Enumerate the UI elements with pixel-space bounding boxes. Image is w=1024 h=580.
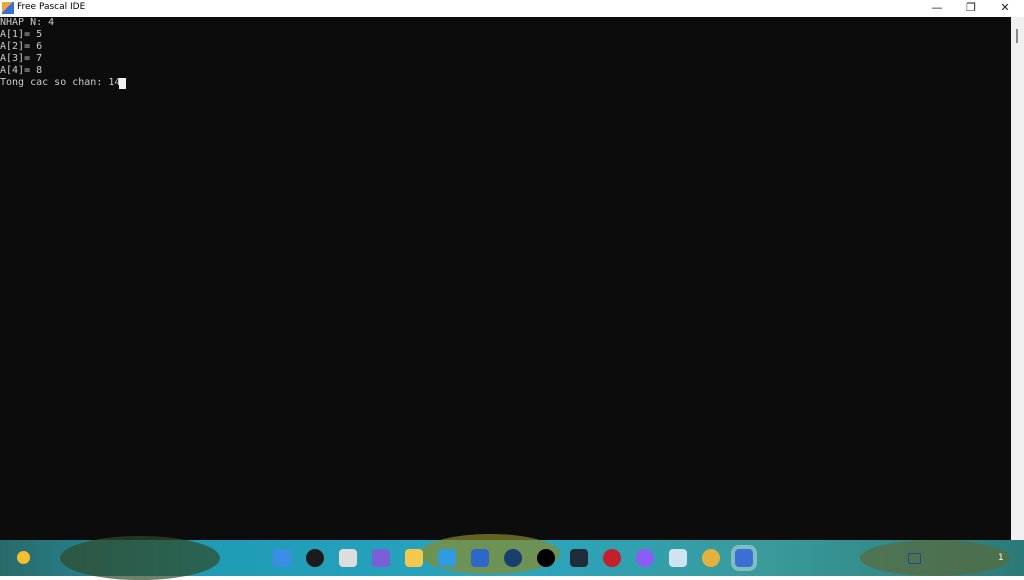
start-taskbar-icon[interactable] bbox=[273, 549, 291, 567]
wallpaper-foliage bbox=[860, 540, 1010, 576]
window-title: Free Pascal IDE bbox=[17, 2, 86, 12]
chrome-taskbar-icon[interactable] bbox=[702, 549, 720, 567]
console-line: NHAP N: 4 bbox=[0, 17, 55, 28]
red-app-taskbar-icon[interactable] bbox=[603, 549, 621, 567]
wallpaper-foliage bbox=[60, 536, 220, 580]
console-output[interactable]: NHAP N: 4 A[1]= 5 A[2]= 6 A[3]= 7 A[4]= … bbox=[0, 17, 1011, 540]
store-taskbar-icon[interactable] bbox=[471, 549, 489, 567]
photos-taskbar-icon[interactable] bbox=[669, 549, 687, 567]
tiktok-taskbar-icon[interactable] bbox=[537, 549, 555, 567]
ccleaner-taskbar-icon[interactable] bbox=[504, 549, 522, 567]
scrollbar-thumb[interactable] bbox=[1016, 29, 1018, 43]
app-download-taskbar-icon[interactable] bbox=[570, 549, 588, 567]
console-line: A[1]= 5 bbox=[0, 29, 43, 40]
task-view-taskbar-icon[interactable] bbox=[339, 549, 357, 567]
restore-button[interactable]: ❐ bbox=[954, 0, 988, 17]
console-line: A[4]= 8 bbox=[0, 65, 43, 76]
taskbar: 1 bbox=[0, 534, 1024, 580]
console-line: A[2]= 6 bbox=[0, 41, 43, 52]
notification-badge[interactable]: 1 bbox=[998, 553, 1004, 563]
edge-taskbar-icon[interactable] bbox=[438, 549, 456, 567]
weather-icon[interactable] bbox=[17, 551, 30, 564]
console-line: A[3]= 7 bbox=[0, 53, 43, 64]
close-button[interactable]: ✕ bbox=[988, 0, 1022, 17]
teams-chat-taskbar-icon[interactable] bbox=[372, 549, 390, 567]
free-pascal-app-icon bbox=[2, 2, 14, 14]
console-line: Tong cac so chan: 14 bbox=[0, 77, 121, 88]
minimize-button[interactable]: — bbox=[920, 0, 954, 17]
title-bar: Free Pascal IDE — ❐ ✕ bbox=[0, 0, 1024, 17]
text-cursor bbox=[119, 78, 126, 89]
search-taskbar-icon[interactable] bbox=[306, 549, 324, 567]
file-explorer-taskbar-icon[interactable] bbox=[405, 549, 423, 567]
network-icon[interactable] bbox=[908, 553, 921, 564]
messenger-taskbar-icon[interactable] bbox=[636, 549, 654, 567]
free-pascal-taskbar-icon[interactable] bbox=[731, 545, 757, 571]
vertical-scrollbar[interactable] bbox=[1011, 17, 1024, 540]
